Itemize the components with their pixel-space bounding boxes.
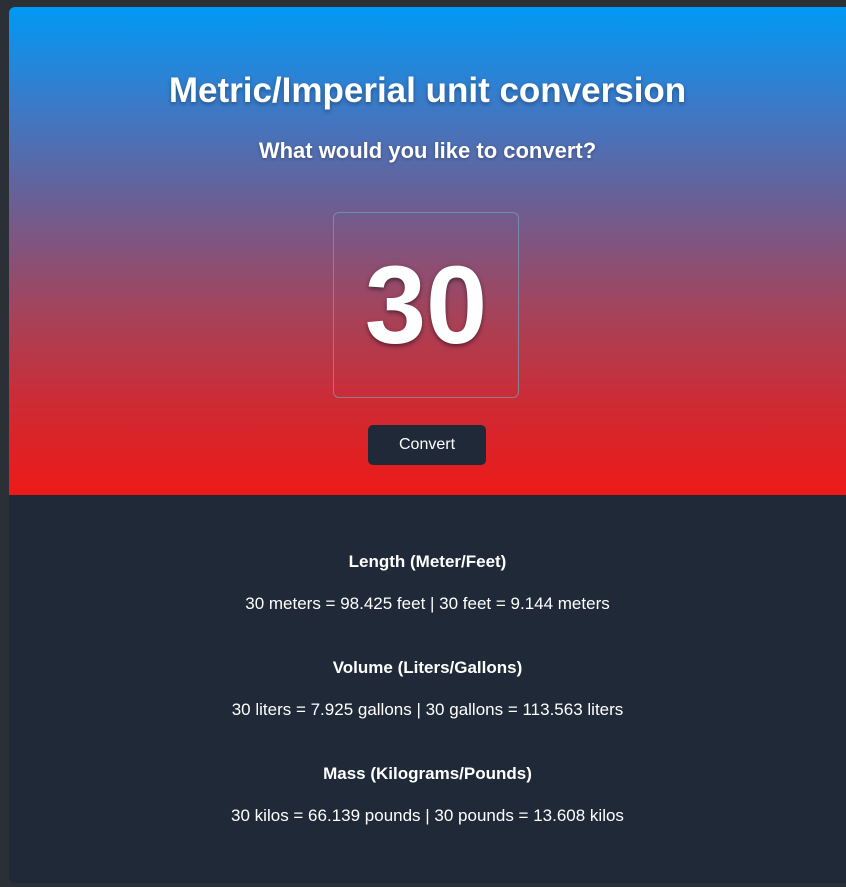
result-text: 30 meters = 98.425 feet | 30 feet = 9.14… [245, 594, 610, 613]
result-text: 30 kilos = 66.139 pounds | 30 pounds = 1… [231, 806, 624, 825]
convert-button[interactable]: Convert [368, 425, 486, 465]
result-title: Volume (Liters/Gallons) [332, 658, 523, 677]
volume-result: Volume (Liters/Gallons) 30 liters = 7.92… [9, 658, 846, 720]
results-section: Length (Meter/Feet) 30 meters = 98.425 f… [9, 495, 846, 826]
converter-card: Metric/Imperial unit conversion What wou… [9, 7, 846, 883]
result-title: Length (Meter/Feet) [348, 552, 507, 571]
result-title: Mass (Kilograms/Pounds) [323, 764, 532, 783]
length-result: Length (Meter/Feet) 30 meters = 98.425 f… [9, 552, 846, 614]
mass-result: Mass (Kilograms/Pounds) 30 kilos = 66.13… [9, 764, 846, 826]
result-text: 30 liters = 7.925 gallons | 30 gallons =… [231, 700, 624, 719]
hero-section: Metric/Imperial unit conversion What wou… [9, 7, 846, 495]
number-input[interactable] [333, 212, 519, 398]
page-subtitle: What would you like to convert? [258, 138, 597, 163]
page-title: Metric/Imperial unit conversion [168, 71, 687, 110]
